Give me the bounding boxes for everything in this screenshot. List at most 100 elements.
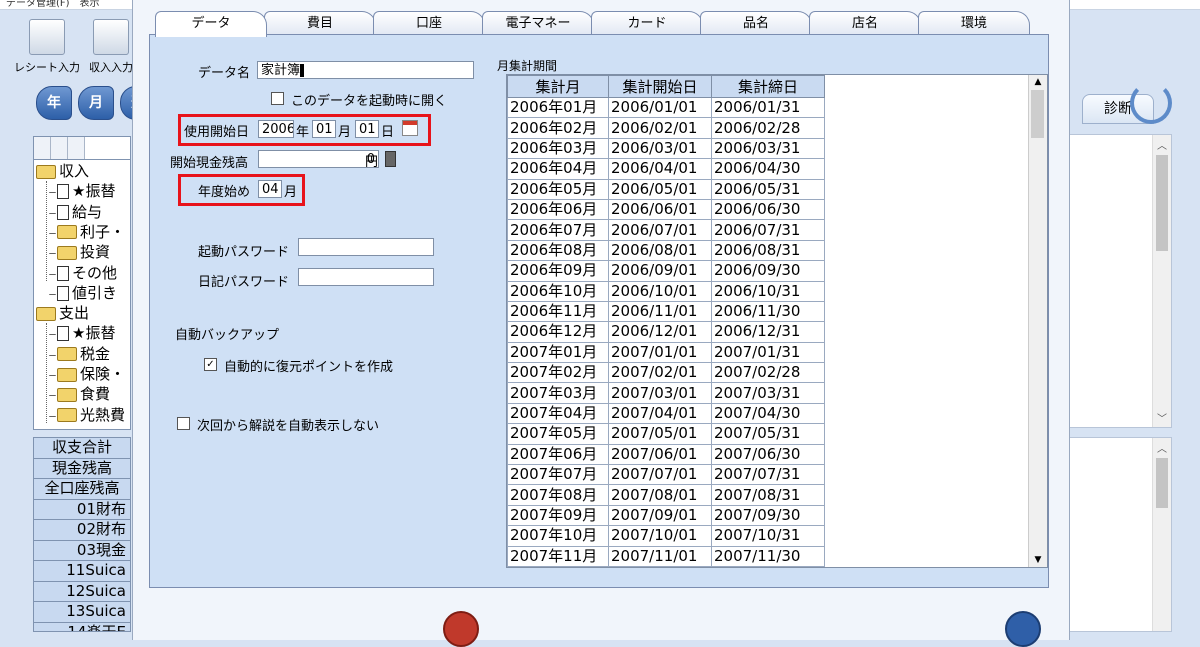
right-top-scrollbar[interactable]: ︿ ﹀ bbox=[1152, 135, 1171, 427]
period-start-cell[interactable]: 2007/08/01 bbox=[608, 484, 712, 506]
period-table[interactable]: 集計月 集計開始日 集計締日 2006年01月 2006/01/01 2006/01… bbox=[506, 74, 1048, 568]
category-tree[interactable]: 収入－ ★振替－給与－利子・－投資－その他－値引き 支出－ ★振替－税金－保険・－食費… bbox=[33, 136, 131, 430]
tree-item[interactable]: －光熱費 bbox=[48, 405, 125, 425]
period-end-cell[interactable]: 2007/04/30 bbox=[711, 402, 825, 425]
tree-item[interactable]: － ★振替 bbox=[48, 323, 115, 343]
period-scrollbar[interactable]: ▲ ▼ bbox=[1028, 75, 1047, 567]
period-row[interactable]: 2007年06月 2007/06/01 2007/06/30 bbox=[507, 443, 825, 466]
period-start-cell[interactable]: 2006/09/01 bbox=[608, 260, 712, 282]
period-start-cell[interactable]: 2007/02/01 bbox=[608, 362, 712, 384]
summary-row[interactable]: 12Suica bbox=[34, 581, 130, 602]
period-month-cell[interactable]: 2006年02月 bbox=[507, 117, 609, 139]
period-month-cell[interactable]: 2006年05月 bbox=[507, 178, 609, 200]
scroll-down-icon[interactable]: ▼ bbox=[1029, 555, 1047, 565]
period-month-cell[interactable]: 2006年08月 bbox=[507, 239, 609, 262]
period-row[interactable]: 2007年03月 2007/03/01 2007/03/31 bbox=[507, 382, 825, 404]
period-row[interactable]: 2007年01月 2007/01/01 2007/01/31 bbox=[507, 341, 825, 364]
col-start[interactable]: 集計開始日 bbox=[608, 75, 712, 98]
summary-row[interactable]: 01財布 bbox=[34, 499, 130, 520]
tree-item[interactable]: － ★振替 bbox=[48, 181, 115, 201]
help-icon[interactable] bbox=[1005, 611, 1041, 647]
tree-item[interactable]: －税金 bbox=[48, 344, 110, 364]
period-start-cell[interactable]: 2007/07/01 bbox=[608, 464, 712, 486]
open-on-start-checkbox[interactable] bbox=[271, 92, 284, 105]
period-row[interactable]: 2006年07月 2006/07/01 2006/07/31 bbox=[507, 219, 825, 241]
period-month-cell[interactable]: 2007年06月 bbox=[507, 443, 609, 466]
period-month-cell[interactable]: 2007年04月 bbox=[507, 402, 609, 425]
period-end-cell[interactable]: 2006/11/30 bbox=[711, 300, 825, 323]
tree-item[interactable]: －保険・ bbox=[48, 364, 125, 384]
scroll-up-icon[interactable]: ▲ bbox=[1029, 77, 1047, 87]
calendar-icon[interactable] bbox=[402, 120, 418, 136]
col-end[interactable]: 集計締日 bbox=[711, 75, 825, 98]
tab-data[interactable]: データ bbox=[155, 11, 267, 37]
start-day-input[interactable]: 01 bbox=[355, 120, 379, 138]
right-bottom-scrollbar[interactable]: ︿ bbox=[1152, 438, 1171, 631]
period-end-cell[interactable]: 2006/10/31 bbox=[711, 280, 825, 302]
period-month-cell[interactable]: 2007年03月 bbox=[507, 382, 609, 404]
period-start-cell[interactable]: 2006/07/01 bbox=[608, 219, 712, 241]
no-tips-checkbox[interactable] bbox=[177, 417, 190, 430]
summary-row[interactable]: 03現金 bbox=[34, 540, 130, 561]
period-row[interactable]: 2007年08月 2007/08/01 2007/08/31 bbox=[507, 484, 825, 506]
tree-item[interactable]: －その他 bbox=[48, 263, 117, 283]
scroll-thumb[interactable] bbox=[1031, 90, 1044, 138]
period-end-cell[interactable]: 2007/10/31 bbox=[711, 525, 825, 547]
tree-item[interactable]: －食費 bbox=[48, 384, 110, 404]
period-row[interactable]: 2006年10月 2006/10/01 2006/10/31 bbox=[507, 280, 825, 302]
start-cash-input[interactable]: 0 bbox=[258, 150, 379, 168]
period-start-cell[interactable]: 2007/05/01 bbox=[608, 423, 712, 445]
period-row[interactable]: 2006年12月 2006/12/01 2006/12/31 bbox=[507, 321, 825, 343]
period-month-cell[interactable]: 2006年06月 bbox=[507, 198, 609, 221]
period-start-cell[interactable]: 2007/03/01 bbox=[608, 382, 712, 404]
period-end-cell[interactable]: 2006/07/31 bbox=[711, 219, 825, 241]
calculator-icon[interactable] bbox=[385, 151, 396, 167]
period-end-cell[interactable]: 2006/05/31 bbox=[711, 178, 825, 200]
period-start-cell[interactable]: 2006/08/01 bbox=[608, 239, 712, 262]
period-month-cell[interactable]: 2006年01月 bbox=[507, 96, 609, 119]
period-end-cell[interactable]: 2006/08/31 bbox=[711, 239, 825, 262]
period-end-cell[interactable]: 2007/09/30 bbox=[711, 504, 825, 527]
period-start-cell[interactable]: 2007/06/01 bbox=[608, 443, 712, 466]
period-end-cell[interactable]: 2007/02/28 bbox=[711, 362, 825, 384]
period-row[interactable]: 2007年05月 2007/05/01 2007/05/31 bbox=[507, 423, 825, 445]
period-end-cell[interactable]: 2006/12/31 bbox=[711, 321, 825, 343]
period-end-cell[interactable]: 2007/11/30 bbox=[711, 545, 825, 567]
period-month-cell[interactable]: 2007年08月 bbox=[507, 484, 609, 506]
period-month-cell[interactable]: 2007年10月 bbox=[507, 525, 609, 547]
period-month-cell[interactable]: 2006年12月 bbox=[507, 321, 609, 343]
period-month-cell[interactable]: 2006年04月 bbox=[507, 158, 609, 180]
period-start-cell[interactable]: 2006/03/01 bbox=[608, 137, 712, 160]
period-start-cell[interactable]: 2007/09/01 bbox=[608, 504, 712, 527]
fiscal-month-input[interactable]: 04 bbox=[258, 180, 282, 198]
period-month-cell[interactable]: 2007年02月 bbox=[507, 362, 609, 384]
year-nav-button[interactable]: 年 bbox=[36, 86, 72, 120]
period-row[interactable]: 2006年08月 2006/08/01 2006/08/31 bbox=[507, 239, 825, 262]
period-month-cell[interactable]: 2007年11月 bbox=[507, 545, 609, 567]
period-row[interactable]: 2007年04月 2007/04/01 2007/04/30 bbox=[507, 402, 825, 425]
summary-row[interactable]: 全口座残高 bbox=[34, 479, 130, 500]
period-month-cell[interactable]: 2007年07月 bbox=[507, 464, 609, 486]
period-start-cell[interactable]: 2006/06/01 bbox=[608, 198, 712, 221]
period-start-cell[interactable]: 2006/04/01 bbox=[608, 158, 712, 180]
tab-card[interactable]: カード bbox=[591, 11, 703, 35]
period-month-cell[interactable]: 2007年09月 bbox=[507, 504, 609, 527]
period-row[interactable]: 2007年07月 2007/07/01 2007/07/31 bbox=[507, 464, 825, 486]
start-month-input[interactable]: 01 bbox=[312, 120, 336, 138]
summary-row[interactable]: 11Suica bbox=[34, 561, 130, 582]
period-row[interactable]: 2006年03月 2006/03/01 2006/03/31 bbox=[507, 137, 825, 160]
restore-point-checkbox[interactable]: ✓ bbox=[204, 358, 217, 371]
tab-account[interactable]: 口座 bbox=[373, 11, 485, 35]
period-start-cell[interactable]: 2006/05/01 bbox=[608, 178, 712, 200]
period-start-cell[interactable]: 2007/01/01 bbox=[608, 341, 712, 364]
period-end-cell[interactable]: 2006/02/28 bbox=[711, 117, 825, 139]
month-nav-button[interactable]: 月 bbox=[78, 86, 114, 120]
period-end-cell[interactable]: 2006/01/31 bbox=[711, 96, 825, 119]
period-row[interactable]: 2006年11月 2006/11/01 2006/11/30 bbox=[507, 300, 825, 323]
period-month-cell[interactable]: 2007年05月 bbox=[507, 423, 609, 445]
period-row[interactable]: 2007年11月 2007/11/01 2007/11/30 bbox=[507, 545, 825, 567]
summary-row[interactable]: 13Suica bbox=[34, 602, 130, 623]
period-start-cell[interactable]: 2006/02/01 bbox=[608, 117, 712, 139]
tab-environment[interactable]: 環境 bbox=[918, 11, 1030, 35]
period-start-cell[interactable]: 2006/12/01 bbox=[608, 321, 712, 343]
